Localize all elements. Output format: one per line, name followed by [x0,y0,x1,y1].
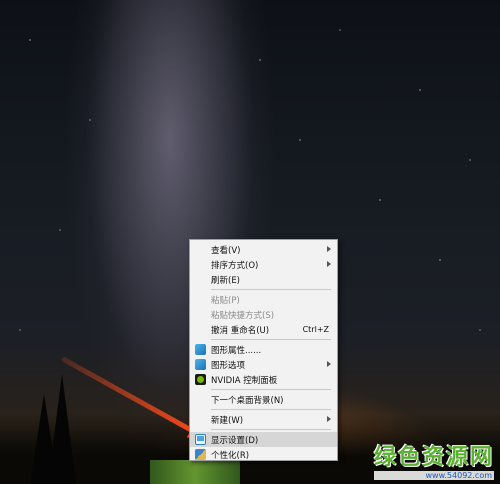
display-icon [195,434,206,445]
menu-item-undo-rename[interactable]: 撤消 重命名(U) Ctrl+Z [190,322,337,337]
menu-separator [211,429,331,430]
menu-item-label: 下一个桌面背景(N) [211,395,284,406]
menu-item-shortcut: Ctrl+Z [302,325,329,334]
tree-silhouette [48,374,76,484]
menu-item-label: 粘贴快捷方式(S) [211,310,275,321]
watermark-title: 绿色资源网 [373,445,494,470]
menu-item-refresh[interactable]: 刷新(E) [190,272,337,287]
menu-item-label: 粘贴(P) [211,295,240,306]
menu-item-label: NVIDIA 控制面板 [211,375,278,386]
menu-item-paste: 粘贴(P) [190,292,337,307]
menu-item-graphics-options[interactable]: 图形选项 [190,357,337,372]
chevron-right-icon [327,416,331,422]
menu-item-next-background[interactable]: 下一个桌面背景(N) [190,392,337,407]
menu-item-label: 图形选项 [211,360,246,371]
menu-separator [211,409,331,410]
menu-item-sort-by[interactable]: 排序方式(O) [190,257,337,272]
menu-separator [211,289,331,290]
desktop-context-menu: 查看(V) 排序方式(O) 刷新(E) 粘贴(P) 粘贴快捷方式(S) 撤消 重… [189,239,338,461]
personalize-icon [195,449,206,460]
menu-item-view[interactable]: 查看(V) [190,242,337,257]
menu-item-display-settings[interactable]: 显示设置(D) [190,432,337,447]
menu-separator [211,339,331,340]
menu-item-label: 排序方式(O) [211,260,259,271]
menu-item-personalize[interactable]: 个性化(R) [190,447,337,462]
graphics-icon [195,359,206,370]
site-watermark: 绿色资源网 www.54092.com [373,439,494,480]
menu-item-label: 刷新(E) [211,275,241,286]
menu-item-label: 个性化(R) [211,450,250,461]
graphics-icon [195,344,206,355]
menu-separator [211,389,331,390]
chevron-right-icon [327,246,331,252]
chevron-right-icon [327,261,331,267]
menu-item-nvidia-control-panel[interactable]: NVIDIA 控制面板 [190,372,337,387]
menu-item-label: 图形属性...... [211,345,262,356]
menu-item-graphics-properties[interactable]: 图形属性...... [190,342,337,357]
desktop-background[interactable]: 查看(V) 排序方式(O) 刷新(E) 粘贴(P) 粘贴快捷方式(S) 撤消 重… [0,0,500,484]
menu-item-paste-shortcut: 粘贴快捷方式(S) [190,307,337,322]
menu-item-label: 新建(W) [211,415,244,426]
lit-grass [150,460,240,484]
menu-item-label: 撤消 重命名(U) [211,325,270,336]
nvidia-icon [195,374,206,385]
menu-item-label: 查看(V) [211,245,241,256]
menu-item-label: 显示设置(D) [211,435,259,446]
watermark-url: www.54092.com [373,471,494,480]
menu-item-new[interactable]: 新建(W) [190,412,337,427]
chevron-right-icon [327,361,331,367]
